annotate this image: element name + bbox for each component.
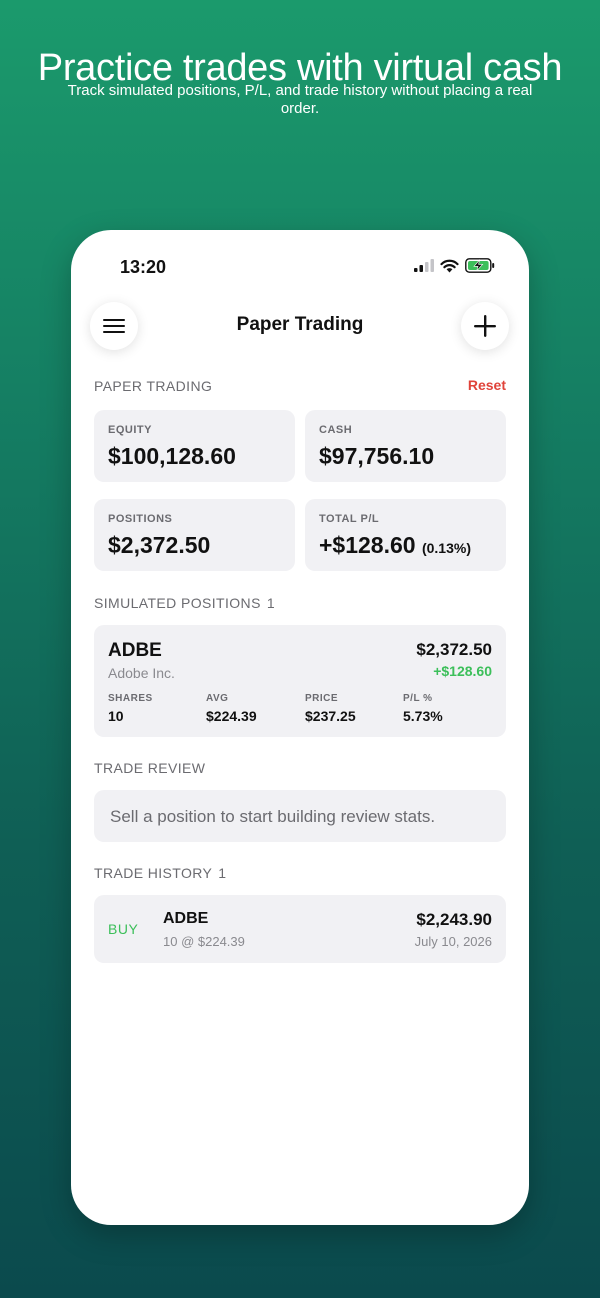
battery-charging-icon [465, 258, 495, 273]
price-value: $237.25 [305, 708, 356, 724]
hero-subtitle: Track simulated positions, P/L, and trad… [67, 82, 533, 117]
paper-trading-section-label: PAPER TRADING [94, 378, 213, 394]
plus-icon [474, 315, 496, 337]
positions-section-label: SIMULATED POSITIONS 1 [94, 595, 275, 611]
trade-history-section-label: TRADE HISTORY 1 [94, 865, 226, 881]
position-price: PRICE $237.25 [305, 693, 356, 724]
add-trade-button[interactable] [461, 302, 509, 350]
shares-value: 10 [108, 708, 124, 724]
position-card-adbe[interactable]: ADBE Adobe Inc. $2,372.50 +$128.60 SHARE… [94, 625, 506, 737]
positions-section-title: SIMULATED POSITIONS [94, 595, 261, 611]
total-pl-value: +$128.60 [319, 532, 416, 558]
positions-label: POSITIONS [108, 513, 173, 525]
cash-label: CASH [319, 424, 353, 436]
wifi-icon [440, 259, 459, 272]
trade-amount: $2,243.90 [416, 910, 492, 929]
trade-review-section-label: TRADE REVIEW [94, 760, 206, 776]
position-pl: P/L % 5.73% [403, 693, 443, 724]
pl-value: 5.73% [403, 708, 443, 724]
position-shares: SHARES 10 [108, 693, 153, 724]
position-avg: AVG $224.39 [206, 693, 257, 724]
total-pl-value-row: +$128.60 (0.13%) [319, 532, 471, 559]
positions-value: $2,372.50 [108, 532, 211, 558]
total-pl-card: TOTAL P/L +$128.60 (0.13%) [305, 499, 506, 571]
position-gain: +$128.60 [433, 663, 492, 679]
status-icons [414, 258, 495, 273]
cash-card: CASH $97,756.10 [305, 410, 506, 482]
status-time: 13:20 [120, 257, 167, 277]
equity-card: EQUITY $100,128.60 [94, 410, 295, 482]
trade-history-title: TRADE HISTORY [94, 865, 213, 881]
phone-screen: 13:20 Paper Trading PAPER TRADING Reset … [71, 230, 529, 1225]
position-name: Adobe Inc. [108, 665, 175, 681]
avg-label: AVG [206, 693, 229, 704]
position-market-value: $2,372.50 [416, 640, 492, 659]
cash-value: $97,756.10 [319, 443, 435, 469]
shares-label: SHARES [108, 693, 153, 704]
pl-label: P/L % [403, 693, 433, 704]
reset-button[interactable]: Reset [468, 377, 506, 393]
trade-side-badge: BUY [108, 921, 139, 937]
trade-review-message: Sell a position to start building review… [110, 807, 436, 826]
total-pl-label: TOTAL P/L [319, 513, 380, 525]
equity-label: EQUITY [108, 424, 152, 436]
signal-icon [414, 259, 434, 272]
trade-symbol: ADBE [163, 910, 209, 927]
positions-count: 1 [266, 595, 275, 611]
price-label: PRICE [305, 693, 339, 704]
total-pl-percent: (0.13%) [421, 540, 471, 556]
positions-card: POSITIONS $2,372.50 [94, 499, 295, 571]
trade-history-count: 1 [218, 865, 227, 881]
avg-value: $224.39 [206, 708, 257, 724]
trade-date: July 10, 2026 [414, 934, 492, 949]
trade-detail: 10 @ $224.39 [163, 934, 245, 949]
equity-value: $100,128.60 [108, 443, 236, 469]
position-symbol: ADBE [108, 640, 162, 661]
trade-review-card: Sell a position to start building review… [94, 790, 506, 842]
trade-history-row[interactable]: BUY ADBE 10 @ $224.39 $2,243.90 July 10,… [94, 895, 506, 963]
